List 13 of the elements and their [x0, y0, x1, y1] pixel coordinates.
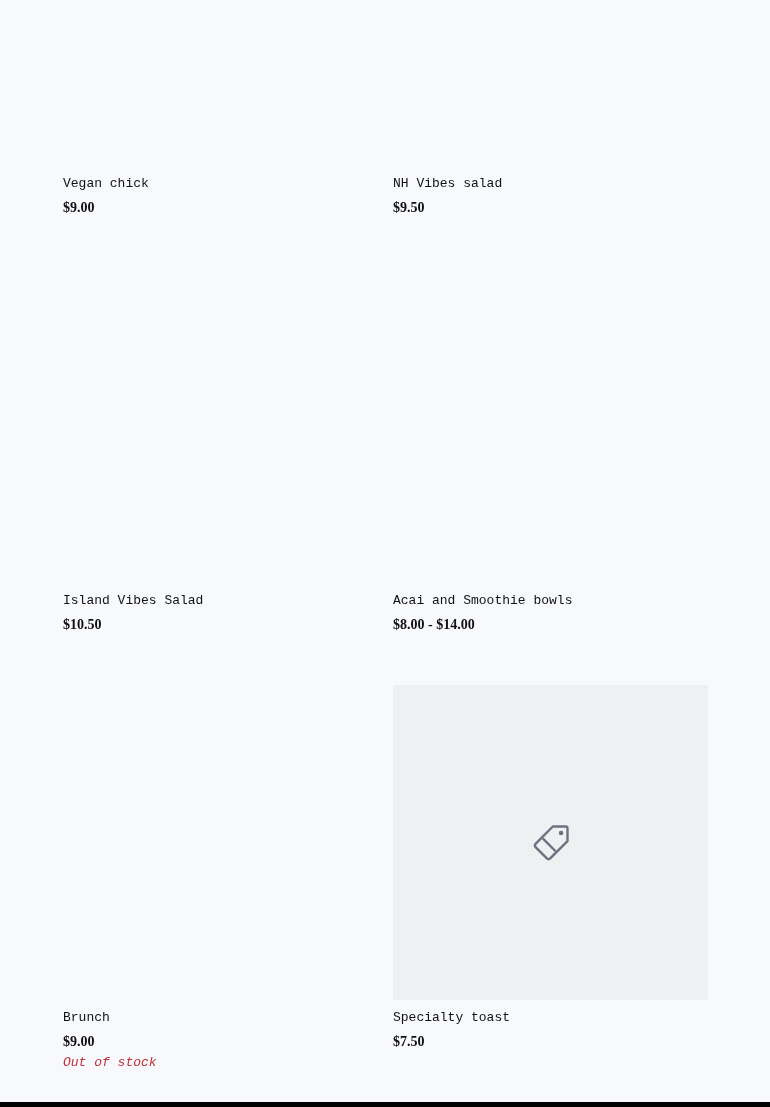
product-title[interactable]: Acai and Smoothie bowls [393, 591, 708, 611]
product-price: $9.00 [63, 1033, 96, 1051]
product-title[interactable]: Specialty toast [393, 1008, 708, 1028]
product-title[interactable]: NH Vibes salad [393, 174, 708, 194]
product-title[interactable]: Brunch [63, 1008, 378, 1028]
product-price: $9.50 [393, 199, 426, 217]
stock-note: Out of stock [63, 1054, 158, 1072]
product-price: $10.50 [63, 616, 103, 634]
product-title[interactable]: Vegan chick [63, 174, 378, 194]
product-price: $9.00 [63, 199, 96, 217]
product-price: $7.50 [393, 1033, 426, 1051]
product-price: $8.00 - $14.00 [393, 616, 476, 634]
product-title[interactable]: Island Vibes Salad [63, 591, 378, 611]
